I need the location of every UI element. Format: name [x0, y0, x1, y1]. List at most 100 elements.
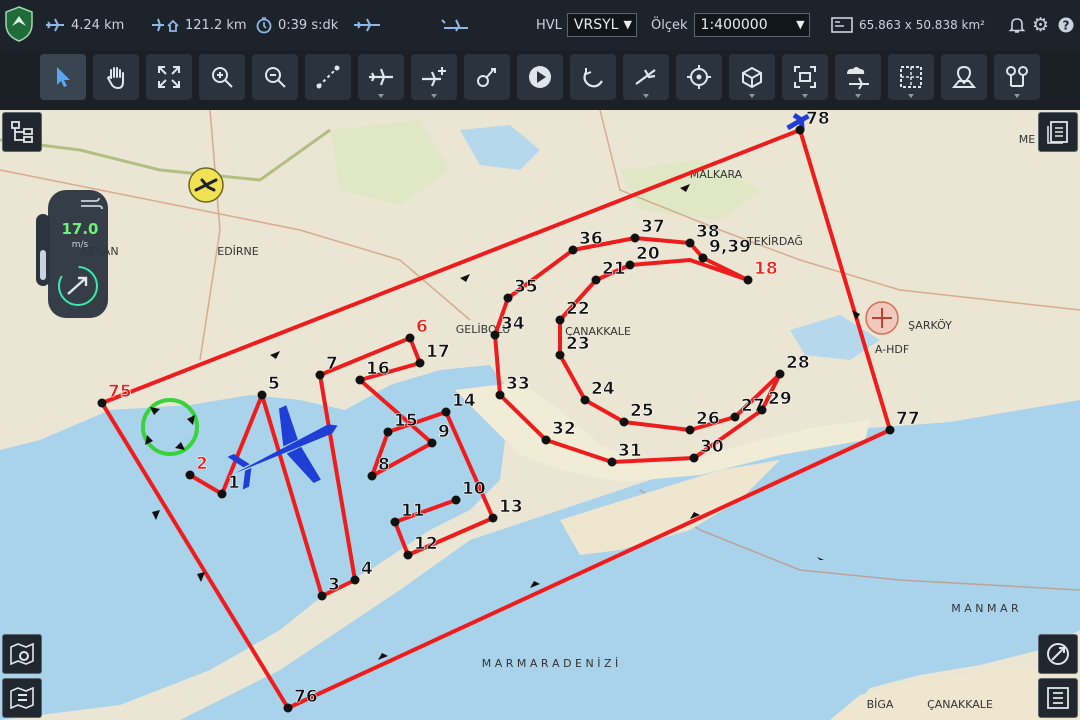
waypoint-dot[interactable]	[555, 350, 565, 360]
aircraft-tool[interactable]	[358, 54, 404, 100]
notifications-button[interactable]	[1008, 0, 1031, 50]
weather-tool[interactable]	[835, 54, 881, 100]
place-label: EDİRNE	[217, 245, 259, 258]
scale-dropdown[interactable]: 1:400000 ▼	[693, 13, 810, 37]
map-settings-button[interactable]	[2, 634, 42, 674]
orbit-tool[interactable]	[570, 54, 616, 100]
waypoint-dot[interactable]	[619, 417, 629, 427]
waypoint-dot[interactable]	[503, 293, 513, 303]
grid-tool[interactable]	[888, 54, 934, 100]
settings-button[interactable]: ⚙	[1032, 0, 1049, 50]
waypoint-dot[interactable]	[383, 427, 393, 437]
report-panel-button[interactable]	[1038, 112, 1078, 152]
route-aircraft-icon	[441, 19, 468, 32]
waypoint-dot[interactable]	[743, 275, 753, 285]
target-tool[interactable]	[676, 54, 722, 100]
waypoint-dot[interactable]	[367, 471, 377, 481]
waypoint-dot[interactable]	[685, 425, 695, 435]
waypoint-dot[interactable]	[441, 407, 451, 417]
map-canvas[interactable]: EDİRNEKEŞANMALKARATEKİRDAĞŞARKÖYGELİBOLU…	[0, 110, 1080, 720]
waypoint-dot[interactable]	[730, 412, 740, 422]
waypoint-dot[interactable]	[217, 489, 227, 499]
waypoint-dot[interactable]	[580, 395, 590, 405]
waypoint-dot[interactable]	[390, 517, 400, 527]
distance-1-value: 4.24 km	[71, 17, 125, 33]
waypoint-dot[interactable]	[795, 125, 805, 135]
zoom-in-tool[interactable]	[199, 54, 245, 100]
map-config-button[interactable]	[2, 678, 42, 718]
waypoint-dot[interactable]	[685, 238, 695, 248]
waypoint-dot[interactable]	[257, 390, 267, 400]
waypoint-dot[interactable]	[403, 550, 413, 560]
waypoint-label: 26	[696, 409, 720, 429]
waypoint-dot[interactable]	[350, 575, 360, 585]
waypoint-dot[interactable]	[689, 453, 699, 463]
waypoint-dot[interactable]	[185, 470, 195, 480]
waypoint-dot[interactable]	[283, 703, 293, 713]
pan-tool[interactable]	[93, 54, 139, 100]
waypoint-dot[interactable]	[775, 369, 785, 379]
waypoint-dot[interactable]	[555, 315, 565, 325]
fullscreen-tool[interactable]	[146, 54, 192, 100]
waypoint-label: 37	[641, 217, 665, 237]
zoom-out-tool[interactable]	[252, 54, 298, 100]
layers-tree-icon	[11, 121, 33, 143]
crosshair-icon	[687, 65, 711, 89]
distance-readout-1: 4.24 km	[44, 0, 124, 50]
waypoint-dot[interactable]	[591, 275, 601, 285]
draw-route-tool[interactable]	[305, 54, 351, 100]
waypoint-label: 3	[328, 575, 340, 595]
waypoint-dot[interactable]	[625, 260, 635, 270]
waypoint-dot[interactable]	[490, 330, 500, 340]
help-button[interactable]: ?	[1057, 0, 1080, 50]
waypoint-dot[interactable]	[315, 370, 325, 380]
flight-tool[interactable]	[623, 54, 669, 100]
flight-mode-button[interactable]	[1038, 634, 1078, 674]
waypoint-label: 25	[630, 401, 654, 421]
waypoint-dot[interactable]	[97, 398, 107, 408]
wind-instrument-panel[interactable]: 17.0 m/s	[36, 190, 112, 320]
route-pins-tool[interactable]	[994, 54, 1040, 100]
map-pin-tool[interactable]	[941, 54, 987, 100]
waypoint-dot[interactable]	[568, 245, 578, 255]
waypoint-label: 28	[786, 353, 810, 373]
waypoint-dot[interactable]	[415, 358, 425, 368]
waypoint-label: 11	[401, 501, 425, 521]
add-aircraft-tool[interactable]	[411, 54, 457, 100]
waypoint-dot[interactable]	[630, 233, 640, 243]
camera-3d-tool[interactable]	[729, 54, 775, 100]
waypoint-label: 2	[196, 454, 208, 474]
waypoint-label: 21	[602, 259, 626, 279]
hvl-dropdown[interactable]: VRSYL ▼	[566, 13, 637, 37]
waypoint-dot[interactable]	[757, 405, 767, 415]
waypoint-dot[interactable]	[885, 425, 895, 435]
waypoint-dot[interactable]	[607, 457, 617, 467]
waypoint-dot[interactable]	[495, 390, 505, 400]
waypoint-tool[interactable]	[464, 54, 510, 100]
zoom-in-icon	[212, 67, 233, 88]
place-label: M A R M A R A D E N İ Z İ	[482, 657, 618, 670]
waypoint-dot[interactable]	[317, 591, 327, 601]
system-settings-button[interactable]	[1038, 678, 1078, 718]
airport-icon[interactable]	[188, 167, 224, 203]
waypoint-dot[interactable]	[541, 435, 551, 445]
play-tool[interactable]	[517, 54, 563, 100]
route-aircraft-indicator	[438, 0, 477, 50]
camera-frame-tool[interactable]	[782, 54, 828, 100]
scale-selector: Ölçek 1:400000 ▼	[651, 0, 810, 50]
flight-mode-icon	[1047, 643, 1069, 665]
select-tool[interactable]	[40, 54, 86, 100]
map-view[interactable]: EDİRNEKEŞANMALKARATEKİRDAĞŞARKÖYGELİBOLU…	[0, 110, 1080, 720]
waypoint-dot[interactable]	[451, 495, 461, 505]
place-label: TEKİRDAĞ	[746, 235, 803, 248]
waypoint-label: 10	[462, 479, 486, 499]
waypoint-icon	[477, 68, 496, 87]
waypoint-dot[interactable]	[698, 253, 708, 263]
waypoint-dot[interactable]	[405, 333, 415, 343]
waypoint-dot[interactable]	[427, 438, 437, 448]
gear-icon: ⚙	[1032, 14, 1050, 36]
layers-tree-button[interactable]	[2, 112, 42, 152]
waypoint-dot[interactable]	[355, 375, 365, 385]
waypoint-label: 1	[228, 473, 240, 493]
waypoint-dot[interactable]	[488, 513, 498, 523]
